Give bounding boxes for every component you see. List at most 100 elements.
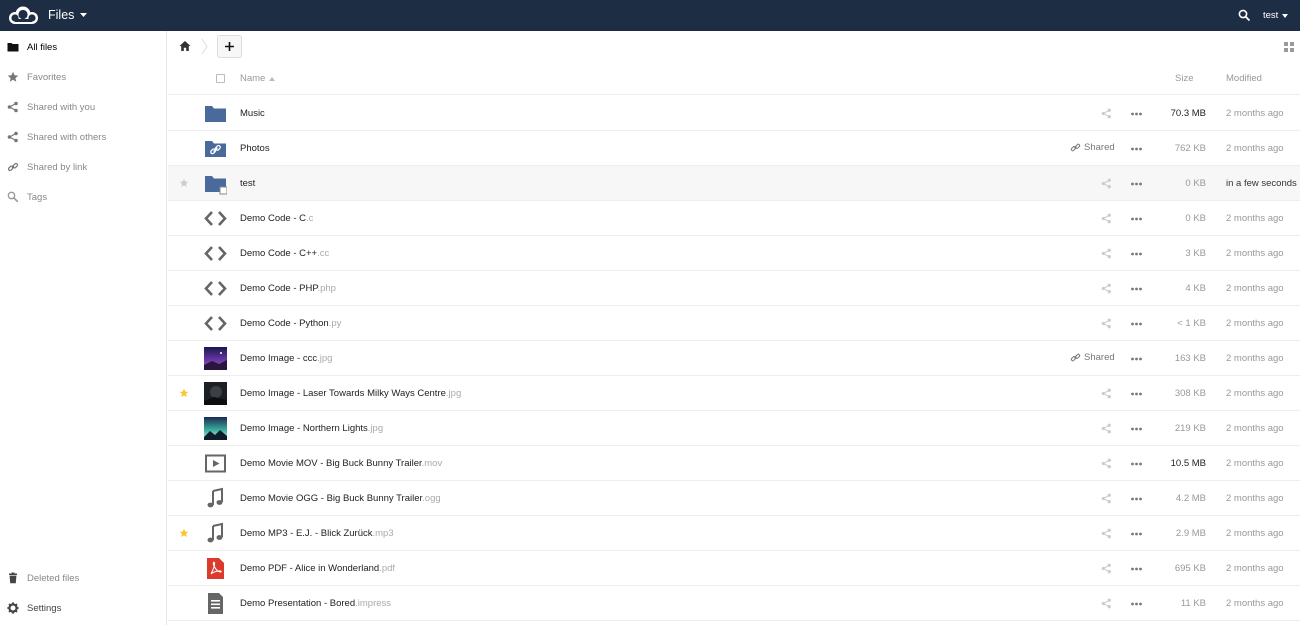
file-row[interactable]: Demo Code - C++.cc 3 KB 2 months ago — [168, 236, 1300, 271]
file-name[interactable]: Demo Image - ccc.jpg — [240, 353, 332, 364]
file-name[interactable]: Photos — [240, 143, 270, 154]
file-name[interactable]: Demo Code - PHP.php — [240, 283, 336, 294]
shared-status-button[interactable]: Shared — [1070, 352, 1115, 363]
share-icon[interactable] — [1101, 213, 1112, 224]
more-actions-icon[interactable] — [1131, 322, 1142, 326]
more-actions-icon[interactable] — [1131, 567, 1142, 571]
file-name[interactable]: Demo Image - Laser Towards Milky Ways Ce… — [240, 388, 461, 399]
more-actions-icon[interactable] — [1131, 532, 1142, 536]
file-row[interactable]: Demo Movie OGG - Big Buck Bunny Trailer.… — [168, 481, 1300, 516]
file-row[interactable]: Music 70.3 MB 2 months ago — [168, 96, 1300, 131]
more-actions-icon[interactable] — [1131, 462, 1142, 466]
share-icon[interactable] — [1101, 388, 1112, 399]
share-icon[interactable] — [1101, 563, 1112, 574]
app-menu-button[interactable]: Files — [48, 8, 88, 22]
select-all-checkbox[interactable] — [216, 74, 225, 83]
code-file-icon[interactable] — [204, 312, 227, 335]
file-name[interactable]: Music — [240, 108, 265, 119]
file-name[interactable]: Demo Code - C.c — [240, 213, 313, 224]
more-actions-icon[interactable] — [1131, 252, 1142, 256]
nav-settings[interactable]: Settings — [0, 593, 166, 623]
folder-icon — [7, 41, 19, 53]
file-name[interactable]: Demo PDF - Alice in Wonderland.pdf — [240, 563, 395, 574]
code-file-icon[interactable] — [204, 277, 227, 300]
more-actions-icon[interactable] — [1131, 427, 1142, 431]
file-row[interactable]: Photos Shared 762 KB 2 months ago — [168, 131, 1300, 166]
column-header-size[interactable]: Size — [1175, 73, 1193, 84]
share-icon[interactable] — [1101, 598, 1112, 609]
audio-file-icon[interactable] — [204, 487, 227, 510]
owncloud-logo-icon[interactable] — [6, 6, 40, 25]
file-row[interactable]: test 0 KB in a few seconds — [168, 166, 1300, 201]
file-name[interactable]: Demo Code - C++.cc — [240, 248, 329, 259]
shared-link-folder-icon[interactable] — [204, 137, 227, 160]
column-header-modified[interactable]: Modified — [1226, 73, 1262, 84]
grid-view-icon[interactable] — [1284, 42, 1294, 52]
more-actions-icon[interactable] — [1131, 392, 1142, 396]
home-icon[interactable] — [179, 40, 191, 52]
shared-status-button[interactable]: Shared — [1070, 142, 1115, 153]
file-row[interactable]: Demo Image - Northern Lights.jpg 219 KB 2 … — [168, 411, 1300, 446]
more-actions-icon[interactable] — [1131, 497, 1142, 501]
favorite-star-icon[interactable] — [179, 528, 189, 538]
file-name[interactable]: Demo Code - Python.py — [240, 318, 341, 329]
file-name[interactable]: test — [240, 178, 255, 189]
file-row[interactable]: Demo Presentation - Bored.impress 11 KB 2 … — [168, 586, 1300, 621]
file-row[interactable]: Demo Movie MOV - Big Buck Bunny Trailer.… — [168, 446, 1300, 481]
code-file-icon[interactable] — [204, 242, 227, 265]
folder-icon[interactable] — [204, 102, 227, 125]
share-icon — [7, 101, 19, 113]
file-name[interactable]: Demo MP3 - E.J. - Blick Zurück.mp3 — [240, 528, 394, 539]
share-icon[interactable] — [1101, 458, 1112, 469]
file-row[interactable]: Demo Code - PHP.php 4 KB 2 months ago — [168, 271, 1300, 306]
image-thumbnail-icon[interactable] — [204, 382, 227, 405]
more-actions-icon[interactable] — [1131, 287, 1142, 291]
nav-shared-with-others[interactable]: Shared with others — [0, 122, 166, 152]
nav-favorites[interactable]: Favorites — [0, 62, 166, 92]
nav-deleted-files[interactable]: Deleted files — [0, 563, 166, 593]
file-name[interactable]: Demo Movie MOV - Big Buck Bunny Trailer.… — [240, 458, 442, 469]
file-name[interactable]: Demo Presentation - Bored.impress — [240, 598, 391, 609]
new-file-button[interactable] — [217, 35, 242, 58]
share-icon[interactable] — [1101, 108, 1112, 119]
share-icon[interactable] — [1101, 528, 1112, 539]
new-folder-icon[interactable] — [204, 172, 227, 195]
share-icon[interactable] — [1101, 318, 1112, 329]
pdf-file-icon[interactable] — [204, 557, 227, 580]
share-icon[interactable] — [1101, 493, 1112, 504]
more-actions-icon[interactable] — [1131, 357, 1142, 361]
more-actions-icon[interactable] — [1131, 112, 1142, 116]
user-menu-button[interactable]: test — [1263, 10, 1289, 21]
share-icon[interactable] — [1101, 248, 1112, 259]
more-actions-icon[interactable] — [1131, 602, 1142, 606]
file-name[interactable]: Demo Movie OGG - Big Buck Bunny Trailer.… — [240, 493, 441, 504]
more-actions-icon[interactable] — [1131, 182, 1142, 186]
star-icon[interactable] — [179, 178, 189, 188]
share-icon[interactable] — [1101, 423, 1112, 434]
file-row[interactable]: Demo Image - Laser Towards Milky Ways Ce… — [168, 376, 1300, 411]
share-icon[interactable] — [1101, 178, 1112, 189]
search-icon[interactable] — [1238, 9, 1251, 22]
more-actions-icon[interactable] — [1131, 217, 1142, 221]
nav-shared-by-link[interactable]: Shared by link — [0, 152, 166, 182]
image-thumbnail-icon[interactable] — [204, 347, 227, 370]
file-row[interactable]: Demo Code - C.c 0 KB 2 months ago — [168, 201, 1300, 236]
document-file-icon[interactable] — [204, 592, 227, 615]
sort-by-name[interactable]: Name — [240, 73, 276, 84]
controls-bar — [168, 31, 1300, 62]
nav-all-files[interactable]: All files — [0, 32, 166, 62]
nav-shared-with-you[interactable]: Shared with you — [0, 92, 166, 122]
video-file-icon[interactable] — [204, 452, 227, 475]
audio-file-icon[interactable] — [204, 522, 227, 545]
image-thumbnail-icon[interactable] — [204, 417, 227, 440]
file-name[interactable]: Demo Image - Northern Lights.jpg — [240, 423, 383, 434]
code-file-icon[interactable] — [204, 207, 227, 230]
file-row[interactable]: Demo PDF - Alice in Wonderland.pdf 695 KB… — [168, 551, 1300, 586]
file-row[interactable]: Demo Code - Python.py < 1 KB 2 months ago — [168, 306, 1300, 341]
favorite-star-icon[interactable] — [179, 388, 189, 398]
nav-tags[interactable]: Tags — [0, 182, 166, 212]
share-icon[interactable] — [1101, 283, 1112, 294]
file-row[interactable]: Demo Image - ccc.jpg Shared 163 KB 2 months… — [168, 341, 1300, 376]
file-row[interactable]: Demo MP3 - E.J. - Blick Zurück.mp3 2.9 MB… — [168, 516, 1300, 551]
more-actions-icon[interactable] — [1131, 147, 1142, 151]
